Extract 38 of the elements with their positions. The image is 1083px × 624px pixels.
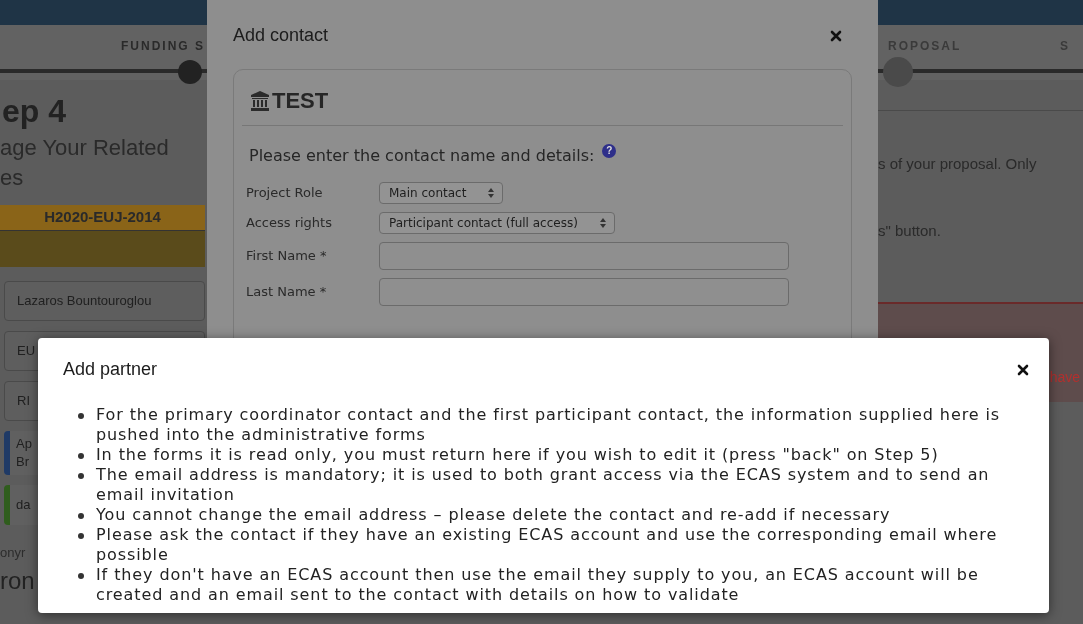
field-label: Project Role (246, 184, 324, 203)
dropdown-arrows-icon (599, 218, 606, 228)
help-button[interactable]: ? (602, 144, 617, 158)
step-heading: ep 4 (1, 95, 68, 127)
info-text: Please ask the contact if they have an existing ECAS account and use the corresponding email where possible (96, 525, 999, 565)
step-label: FUNDING S (120, 38, 205, 55)
organisation-name: TEST (272, 87, 329, 115)
acronym-value: ron (0, 565, 35, 596)
step-marker (883, 57, 913, 87)
call-banner: H2020-EUJ-2014 (0, 205, 205, 231)
bullet-icon (78, 513, 84, 519)
dialog-title: Add contact (233, 24, 329, 47)
info-text: In the forms it is read only, you must return here if you wish to edit it (press "back" on Step 5) (96, 445, 939, 465)
close-icon[interactable] (830, 29, 842, 42)
info-text: You cannot change the email address – please delete the contact and re-add if necessary (96, 505, 891, 525)
dialog-title: Add partner (63, 358, 158, 381)
bullet-icon (78, 473, 84, 479)
bullet-icon (78, 453, 84, 459)
info-text: For the primary coordinator contact and the first participant contact, the information supplied here is pushed into the administrative forms (96, 405, 1002, 445)
input-field[interactable] (379, 242, 789, 270)
input-field[interactable] (379, 278, 789, 306)
bullet-icon (78, 533, 84, 539)
organisation-text: Br (16, 453, 29, 471)
field-label: Last Name * (246, 283, 328, 302)
field-label: Access rights (246, 214, 333, 233)
organisation-text: Ap (16, 435, 32, 453)
bullet-icon (78, 413, 84, 419)
field-label: First Name * (246, 247, 328, 266)
info-text: The email address is mandatory; it is used to both grant access via the ECAS system and to send an email invitation (96, 465, 991, 505)
info-text: If they don't have an ECAS account then use the email they supply to you, an ECAS account will be created and an email sent to the contact with details on how to validate (96, 565, 980, 605)
close-icon[interactable] (1017, 363, 1029, 376)
warning-text: have (1049, 368, 1081, 387)
select-field[interactable]: Participant contact (full access) (379, 212, 615, 234)
select-field[interactable]: Main contact (379, 182, 504, 204)
bank-icon (250, 89, 270, 112)
dropdown-arrows-icon (488, 188, 495, 198)
form-prompt: Please enter the contact name and details: (249, 145, 595, 167)
bullet-icon (78, 573, 84, 579)
